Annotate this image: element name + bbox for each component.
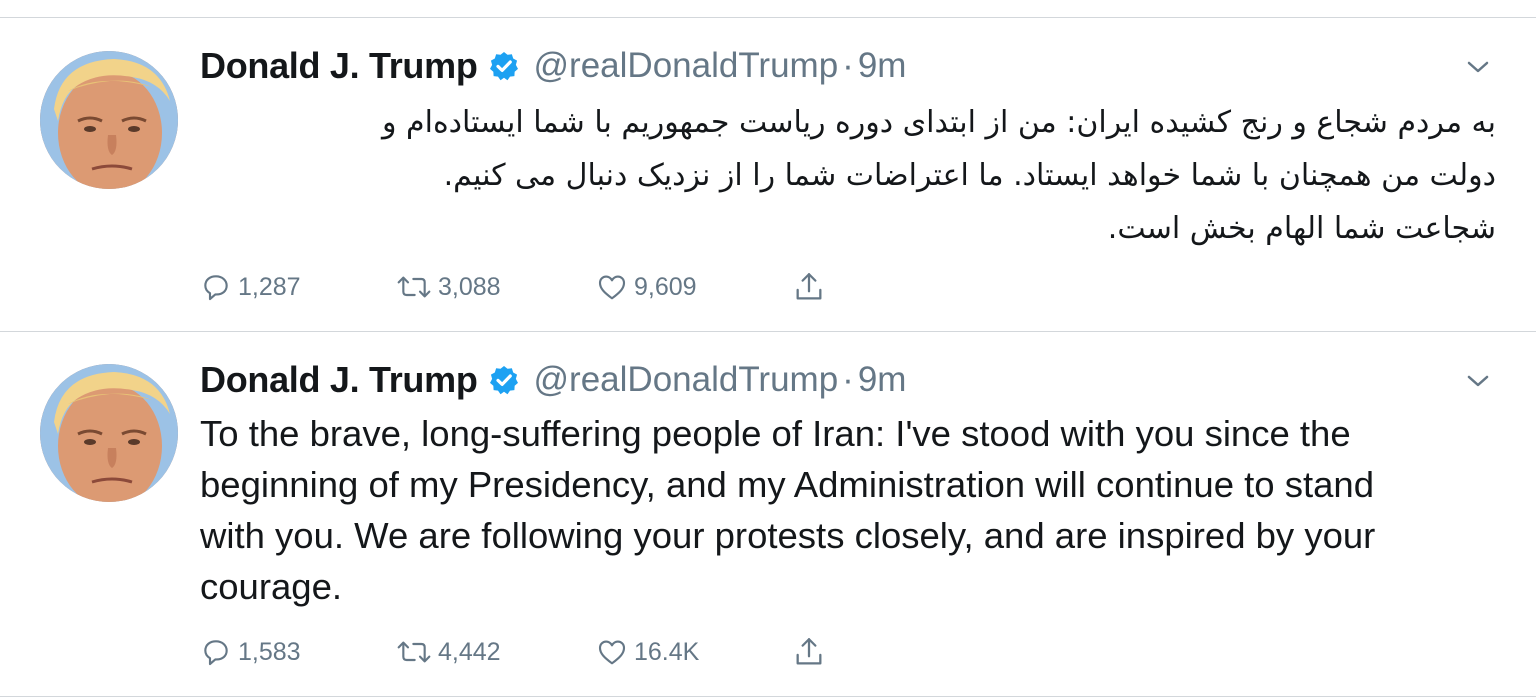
bottom-divider — [0, 696, 1536, 697]
reply-button[interactable]: 1,287 — [200, 267, 301, 307]
tweet-text-line: courage. — [200, 566, 343, 607]
avatar-portrait-icon — [40, 51, 178, 189]
retweet-count: 4,442 — [438, 637, 501, 666]
like-button[interactable]: 9,609 — [596, 267, 697, 307]
share-icon — [796, 638, 822, 665]
timestamp[interactable]: 9m — [858, 46, 907, 86]
tweet-text-line: شجاعت شما الهام بخش است. — [1107, 211, 1496, 246]
retweet-count: 3,088 — [438, 272, 501, 301]
tweet-text-line: beginning of my Presidency, and my Admin… — [200, 464, 1375, 505]
share-button[interactable] — [792, 267, 826, 307]
tweet-text-line: with you. We are following your protests… — [200, 515, 1376, 556]
tweet-header: Donald J. Trump @realDonaldTrump · 9m — [200, 45, 1536, 87]
like-count: 9,609 — [634, 272, 697, 301]
timestamp[interactable]: 9m — [858, 360, 907, 400]
tweet-english[interactable]: Donald J. Trump @realDonaldTrump · 9m To… — [0, 332, 1536, 696]
like-button[interactable]: 16.4K — [596, 632, 699, 672]
reply-icon — [204, 275, 228, 301]
verified-badge-icon — [489, 52, 518, 81]
reply-icon — [204, 640, 228, 666]
tweet-text-line: به مردم شجاع و رنج کشیده ایران: من از اب… — [382, 105, 1496, 140]
like-count: 16.4K — [634, 637, 700, 666]
avatar[interactable] — [40, 51, 178, 189]
tweet-header: Donald J. Trump @realDonaldTrump · 9m — [200, 359, 1536, 401]
tweet-text-line: To the brave, long-suffering people of I… — [200, 413, 1351, 454]
author-name[interactable]: Donald J. Trump — [200, 45, 478, 87]
avatar-portrait-icon — [40, 364, 178, 502]
share-icon — [796, 273, 822, 300]
tweet-persian[interactable]: Donald J. Trump @realDonaldTrump · 9m به… — [0, 18, 1536, 331]
tweet-text-line: دولت من همچنان با شما خواهد ایستاد. ما ا… — [443, 158, 1496, 193]
author-handle[interactable]: @realDonaldTrump — [534, 46, 839, 86]
retweet-icon — [397, 641, 431, 663]
author-name[interactable]: Donald J. Trump — [200, 359, 478, 401]
avatar[interactable] — [40, 364, 178, 502]
retweet-button[interactable]: 4,442 — [396, 632, 501, 672]
author-handle[interactable]: @realDonaldTrump — [534, 360, 839, 400]
separator-dot: · — [842, 360, 854, 399]
share-button[interactable] — [792, 632, 826, 672]
retweet-icon — [397, 276, 431, 298]
chevron-down-icon[interactable] — [1466, 369, 1490, 393]
verified-badge-icon — [489, 366, 518, 395]
reply-button[interactable]: 1,583 — [200, 632, 301, 672]
tweet-text: به مردم شجاع و رنج کشیده ایران: من از اب… — [200, 96, 1496, 255]
chevron-down-icon[interactable] — [1466, 55, 1490, 79]
separator-dot: · — [842, 46, 854, 85]
reply-count: 1,583 — [238, 637, 301, 666]
reply-count: 1,287 — [238, 272, 301, 301]
retweet-button[interactable]: 3,088 — [396, 267, 501, 307]
like-icon — [598, 275, 626, 300]
like-icon — [598, 640, 626, 665]
tweet-text: To the brave, long-suffering people of I… — [200, 408, 1500, 612]
